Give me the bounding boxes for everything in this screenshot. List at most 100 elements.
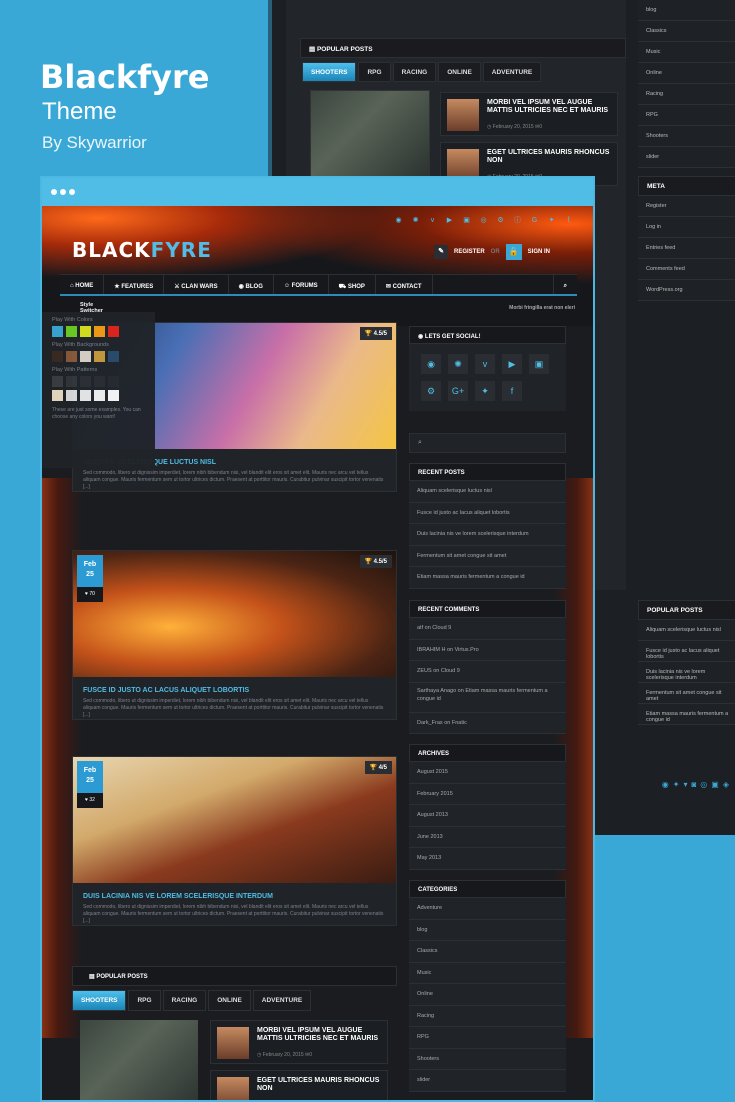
post-title[interactable]: DUIS LACINIA NIS VE LOREM SCELERISQUE IN… <box>73 883 396 904</box>
post-image[interactable]: Feb 25 ♥ 70 🏆 4.5/5 <box>73 551 396 677</box>
color-swatch[interactable] <box>66 326 77 337</box>
category-item[interactable]: Adventure <box>409 898 566 920</box>
rss-icon[interactable]: ◉ <box>421 354 441 374</box>
popular-post-card[interactable]: MORBI VEL IPSUM VEL AUGUE MATTIS ULTRICI… <box>210 1020 388 1064</box>
dribbble-icon[interactable]: ✺ <box>409 214 422 227</box>
back-tab-racing[interactable]: RACING <box>392 62 437 82</box>
facebook-icon[interactable]: f <box>562 214 575 227</box>
popular-post-title[interactable]: EGET ULTRICES MAURIS RHONCUS NON <box>257 1077 382 1093</box>
back-popular-card-title[interactable]: EGET ULTRICES MAURIS RHONCUS NON <box>487 149 612 165</box>
site-logo[interactable]: BLACKFYRE <box>72 238 212 262</box>
category-item[interactable]: Classics <box>409 941 566 963</box>
tab-racing[interactable]: RACING <box>162 990 207 1011</box>
twitch-icon[interactable]: ▣ <box>460 214 473 227</box>
back-popular-item[interactable]: Duis lacinia nis ve lorem scelerisque in… <box>638 662 735 683</box>
recent-post-item[interactable]: Fermentum sit amet congue sit amet <box>409 545 566 567</box>
back-category-item[interactable]: Shooters <box>638 126 735 147</box>
recent-comment-item[interactable]: IBRAHIM H on Virtus.Pro <box>409 639 566 661</box>
back-tab-adventure[interactable]: ADVENTURE <box>482 62 542 82</box>
youtube-icon[interactable]: ▶ <box>502 354 522 374</box>
nav-blog[interactable]: ◉ BLOG <box>229 275 274 294</box>
vimeo-icon[interactable]: v <box>426 214 439 227</box>
archive-item[interactable]: June 2013 <box>409 826 566 848</box>
back-category-item[interactable]: slider <box>638 147 735 168</box>
nav-shop[interactable]: ⛟ SHOP <box>329 275 376 294</box>
back-popular-card[interactable]: MORBI VEL IPSUM VEL AUGUE MATTIS ULTRICI… <box>440 92 618 136</box>
back-category-item[interactable]: Music <box>638 42 735 63</box>
signin-link[interactable]: SIGN IN <box>528 249 550 255</box>
tab-shooters[interactable]: SHOOTERS <box>72 990 127 1011</box>
back-tab-shooters[interactable]: SHOOTERS <box>302 62 357 82</box>
back-category-item[interactable]: Racing <box>638 84 735 105</box>
instagram-icon[interactable]: ◎ <box>477 214 490 227</box>
info-icon[interactable]: ⓘ <box>511 214 524 227</box>
twitter-icon[interactable]: ✦ <box>545 214 558 227</box>
tab-rpg[interactable]: RPG <box>128 990 161 1011</box>
recent-comment-item[interactable]: Dark_Fras on Fnatic <box>409 712 566 734</box>
category-item[interactable]: slider <box>409 1070 566 1092</box>
color-swatch[interactable] <box>94 326 105 337</box>
recent-comment-item[interactable]: ZEUS on Cloud 9 <box>409 661 566 683</box>
pattern-swatch[interactable] <box>80 376 91 387</box>
recent-post-item[interactable]: Etiam massa mauris fermentum a congue id <box>409 567 566 589</box>
back-category-item[interactable]: Online <box>638 63 735 84</box>
archive-item[interactable]: February 2015 <box>409 783 566 805</box>
nav-forums[interactable]: ☺ FORUMS <box>274 275 329 294</box>
steam-icon[interactable]: ⚙ <box>421 381 441 401</box>
back-popular-item[interactable]: Fermentum sit amet congue sit amet <box>638 683 735 704</box>
pattern-swatch[interactable] <box>52 376 63 387</box>
pattern-swatch[interactable] <box>108 390 119 401</box>
back-tab-online[interactable]: ONLINE <box>438 62 481 82</box>
category-item[interactable]: blog <box>409 919 566 941</box>
recent-post-item[interactable]: Duis lacinia nis ve lorem scelerisque in… <box>409 524 566 546</box>
back-tab-rpg[interactable]: RPG <box>358 62 391 82</box>
color-swatch[interactable] <box>52 326 63 337</box>
google-plus-icon[interactable]: G <box>528 214 541 227</box>
back-popular-item[interactable]: Aliquam scelerisque luctus nisl <box>638 620 735 641</box>
back-popular-card-title[interactable]: MORBI VEL IPSUM VEL AUGUE MATTIS ULTRICI… <box>487 99 612 115</box>
recent-comment-item[interactable]: atf on Cloud 9 <box>409 618 566 640</box>
popular-post-card[interactable]: EGET ULTRICES MAURIS RHONCUS NON ◷ Febru… <box>210 1070 388 1100</box>
recent-comment-item[interactable]: Sarthaya Anago on Etiam massa mauris fer… <box>409 682 566 713</box>
rss-icon[interactable]: ◉ <box>392 214 405 227</box>
pattern-swatch[interactable] <box>66 376 77 387</box>
back-meta-item[interactable]: WordPress.org <box>638 280 735 301</box>
sidebar-search-input[interactable]: ⌕ <box>409 433 566 453</box>
background-swatch[interactable] <box>66 351 77 362</box>
archive-item[interactable]: August 2015 <box>409 762 566 784</box>
post-title[interactable]: FUSCE ID JUSTO AC LACUS ALIQUET LOBORTIS <box>73 677 396 698</box>
vimeo-icon[interactable]: v <box>475 354 495 374</box>
post-likes[interactable]: ♥ 70 <box>77 587 103 602</box>
popular-post-title[interactable]: MORBI VEL IPSUM VEL AUGUE MATTIS ULTRICI… <box>257 1027 382 1043</box>
tab-adventure[interactable]: ADVENTURE <box>252 990 312 1011</box>
recent-post-item[interactable]: Aliquam scelerisque luctus nisl <box>409 481 566 503</box>
search-icon[interactable]: ⌕ <box>552 275 577 294</box>
category-item[interactable]: Online <box>409 984 566 1006</box>
twitter-icon[interactable]: ✦ <box>475 381 495 401</box>
back-meta-item[interactable]: Register <box>638 196 735 217</box>
back-category-item[interactable]: Classics <box>638 21 735 42</box>
category-item[interactable]: RPG <box>409 1027 566 1049</box>
background-swatch[interactable] <box>94 351 105 362</box>
nav-features[interactable]: ★ FEATURES <box>104 275 165 294</box>
back-meta-item[interactable]: Entries feed <box>638 238 735 259</box>
category-item[interactable]: Racing <box>409 1005 566 1027</box>
twitch-icon[interactable]: ▣ <box>529 354 549 374</box>
youtube-icon[interactable]: ▶ <box>443 214 456 227</box>
google-plus-icon[interactable]: G+ <box>448 381 468 401</box>
pattern-swatch[interactable] <box>80 390 91 401</box>
color-swatch[interactable] <box>80 326 91 337</box>
nav-contact[interactable]: ✉ CONTACT <box>376 275 433 294</box>
back-popular-image[interactable] <box>310 90 430 180</box>
back-meta-item[interactable]: Comments feed <box>638 259 735 280</box>
recent-post-item[interactable]: Fusce id justo ac lacus aliquet lobortis <box>409 502 566 524</box>
post-image[interactable]: Feb 25 ♥ 32 🏆 4/5 <box>73 757 396 883</box>
back-category-item[interactable]: blog <box>638 0 735 21</box>
nav-home[interactable]: ⌂ HOME <box>60 275 105 294</box>
back-meta-item[interactable]: Log in <box>638 217 735 238</box>
facebook-icon[interactable]: f <box>502 381 522 401</box>
register-link[interactable]: REGISTER <box>454 249 485 255</box>
archive-item[interactable]: May 2013 <box>409 848 566 870</box>
steam-icon[interactable]: ⚙ <box>494 214 507 227</box>
tab-online[interactable]: ONLINE <box>208 990 251 1011</box>
